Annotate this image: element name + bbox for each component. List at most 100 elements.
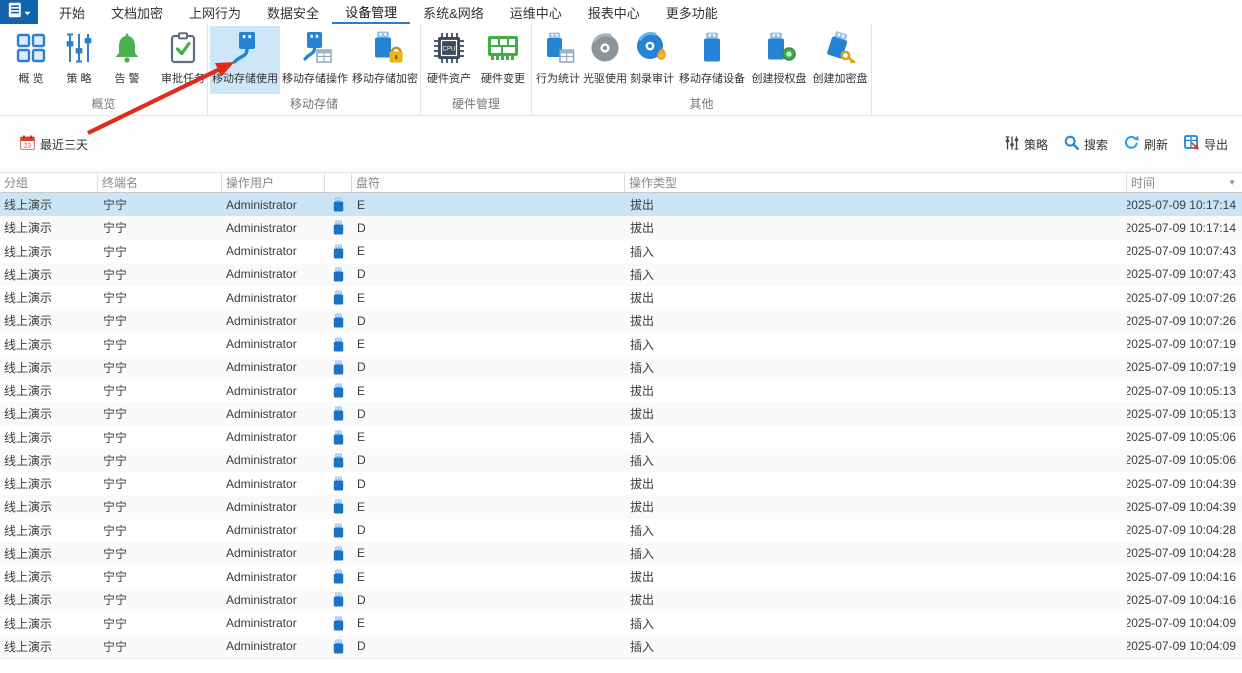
table-row[interactable]: 线上演示宁宁AdministratorD插入2025-07-09 10:05:0… bbox=[0, 449, 1242, 472]
cell-group: 线上演示 bbox=[0, 193, 98, 216]
table-row[interactable]: 线上演示宁宁AdministratorE插入2025-07-09 10:07:4… bbox=[0, 240, 1242, 263]
tab-system-network[interactable]: 系统&网络 bbox=[410, 0, 497, 24]
chevron-down-icon[interactable]: ▼ bbox=[1228, 178, 1236, 187]
table-row[interactable]: 线上演示宁宁AdministratorD插入2025-07-09 10:07:1… bbox=[0, 356, 1242, 379]
ribbon-button-removable-storage-operations[interactable]: 移动存储操作 bbox=[280, 26, 350, 94]
toolbar-actions: 策略 搜索 刷新 导出 bbox=[1005, 135, 1228, 153]
ribbon-button-policy[interactable]: 策 略 bbox=[58, 26, 100, 94]
ribbon-button-removable-storage-usage[interactable]: 移动存储使用 bbox=[210, 26, 280, 94]
tab-device-management[interactable]: 设备管理 bbox=[332, 0, 410, 24]
cell-terminal: 宁宁 bbox=[98, 472, 222, 495]
table-row[interactable]: 线上演示宁宁AdministratorE插入2025-07-09 10:07:1… bbox=[0, 333, 1242, 356]
ribbon-button-overview[interactable]: 概 览 bbox=[8, 26, 54, 94]
cell-action: 拔出 bbox=[625, 402, 1127, 425]
table-row[interactable]: 线上演示宁宁AdministratorD插入2025-07-09 10:07:4… bbox=[0, 263, 1242, 286]
table-row[interactable]: 线上演示宁宁AdministratorE拔出2025-07-09 10:17:1… bbox=[0, 193, 1242, 216]
table-row[interactable]: 线上演示宁宁AdministratorD拔出2025-07-09 10:04:1… bbox=[0, 588, 1242, 611]
tab-start[interactable]: 开始 bbox=[46, 0, 98, 24]
table-row[interactable]: 线上演示宁宁AdministratorE插入2025-07-09 10:04:0… bbox=[0, 612, 1242, 635]
usb-drive-icon bbox=[325, 612, 352, 635]
cell-drive: E bbox=[352, 565, 625, 588]
cell-action: 拔出 bbox=[625, 565, 1127, 588]
column-header-time-label: 时间 bbox=[1131, 174, 1155, 191]
ribbon-button-removable-storage-encryption[interactable]: 移动存储加密 bbox=[350, 26, 420, 94]
usb-drive-icon bbox=[325, 263, 352, 286]
tab-data-security[interactable]: 数据安全 bbox=[254, 0, 332, 24]
ribbon: 概 览 策 略 告 警 bbox=[0, 24, 1242, 116]
table-row[interactable]: 线上演示宁宁AdministratorD拔出2025-07-09 10:17:1… bbox=[0, 216, 1242, 239]
date-filter-button[interactable]: 23 最近三天 bbox=[20, 135, 88, 153]
cell-drive: D bbox=[352, 309, 625, 332]
cell-time: 2025-07-09 10:04:16 bbox=[1127, 565, 1242, 588]
search-button[interactable]: 搜索 bbox=[1064, 135, 1108, 153]
column-header-user[interactable]: 操作用户 bbox=[222, 173, 325, 192]
cell-drive: D bbox=[352, 635, 625, 658]
table-row[interactable]: 线上演示宁宁AdministratorD拔出2025-07-09 10:05:1… bbox=[0, 402, 1242, 425]
column-header-terminal[interactable]: 终端名 bbox=[98, 173, 222, 192]
tab-report-center[interactable]: 报表中心 bbox=[575, 0, 653, 24]
cell-user: Administrator bbox=[222, 519, 325, 542]
filter-toolbar: 23 最近三天 策略 搜索 刷新 bbox=[0, 116, 1242, 172]
table-row[interactable]: 线上演示宁宁AdministratorE插入2025-07-09 10:04:2… bbox=[0, 542, 1242, 565]
table-row[interactable]: 线上演示宁宁AdministratorE拔出2025-07-09 10:07:2… bbox=[0, 286, 1242, 309]
table-row[interactable]: 线上演示宁宁AdministratorE插入2025-07-09 10:05:0… bbox=[0, 426, 1242, 449]
ribbon-button-create-encrypted-disk[interactable]: 创建加密盘 bbox=[810, 26, 870, 94]
ribbon-button-hardware-changes[interactable]: 硬件变更 bbox=[476, 26, 530, 94]
search-label: 搜索 bbox=[1084, 136, 1108, 153]
cell-group: 线上演示 bbox=[0, 472, 98, 495]
cell-group: 线上演示 bbox=[0, 286, 98, 309]
cell-user: Administrator bbox=[222, 426, 325, 449]
usb-award-icon bbox=[762, 28, 796, 68]
usb-drive-icon bbox=[325, 356, 352, 379]
table-row[interactable]: 线上演示宁宁AdministratorD拔出2025-07-09 10:04:3… bbox=[0, 472, 1242, 495]
policy-button[interactable]: 策略 bbox=[1005, 136, 1048, 153]
ribbon-button-behavior-statistics[interactable]: 行为统计 bbox=[534, 26, 582, 94]
ribbon-button-removable-storage-devices[interactable]: 移动存储设备 bbox=[676, 26, 748, 94]
refresh-button[interactable]: 刷新 bbox=[1124, 135, 1168, 153]
cell-user: Administrator bbox=[222, 379, 325, 402]
tab-ops-center[interactable]: 运维中心 bbox=[497, 0, 575, 24]
tab-more-features[interactable]: 更多功能 bbox=[653, 0, 731, 24]
column-header-group[interactable]: 分组 bbox=[0, 173, 98, 192]
table-row[interactable]: 线上演示宁宁AdministratorE拔出2025-07-09 10:05:1… bbox=[0, 379, 1242, 402]
column-header-icon[interactable] bbox=[325, 173, 352, 192]
cell-time: 2025-07-09 10:17:14 bbox=[1127, 216, 1242, 239]
cell-time: 2025-07-09 10:07:19 bbox=[1127, 333, 1242, 356]
usb-lock-icon bbox=[367, 28, 403, 68]
ribbon-button-approval-tasks[interactable]: 审批任务 bbox=[154, 26, 212, 94]
tab-doc-encryption[interactable]: 文档加密 bbox=[98, 0, 176, 24]
policy-label: 策略 bbox=[1024, 136, 1048, 153]
usb-stats-icon bbox=[541, 28, 575, 68]
ribbon-button-alerts[interactable]: 告 警 bbox=[104, 26, 150, 94]
ribbon-button-hardware-assets[interactable]: CPU 硬件资产 bbox=[422, 26, 476, 94]
cell-drive: E bbox=[352, 426, 625, 449]
table-row[interactable]: 线上演示宁宁AdministratorD拔出2025-07-09 10:07:2… bbox=[0, 309, 1242, 332]
ribbon-button-optical-drive-usage[interactable]: 光驱使用 bbox=[582, 26, 628, 94]
app-menu-button[interactable] bbox=[0, 0, 38, 24]
calendar-icon: 23 bbox=[20, 135, 35, 153]
table-row[interactable]: 线上演示宁宁AdministratorD插入2025-07-09 10:04:0… bbox=[0, 635, 1242, 658]
cell-drive: D bbox=[352, 356, 625, 379]
table-row[interactable]: 线上演示宁宁AdministratorE拔出2025-07-09 10:04:3… bbox=[0, 495, 1242, 518]
tab-web-behavior[interactable]: 上网行为 bbox=[176, 0, 254, 24]
cell-action: 拔出 bbox=[625, 495, 1127, 518]
filter-sliders-icon bbox=[1005, 136, 1019, 153]
cell-terminal: 宁宁 bbox=[98, 565, 222, 588]
table-header: 分组 终端名 操作用户 盘符 操作类型 时间 ▼ bbox=[0, 172, 1242, 193]
column-header-time[interactable]: 时间 ▼ bbox=[1127, 173, 1242, 192]
cell-user: Administrator bbox=[222, 449, 325, 472]
cell-drive: E bbox=[352, 612, 625, 635]
ribbon-button-create-authorized-disk[interactable]: 创建授权盘 bbox=[748, 26, 810, 94]
column-header-drive[interactable]: 盘符 bbox=[352, 173, 625, 192]
cell-group: 线上演示 bbox=[0, 612, 98, 635]
cell-terminal: 宁宁 bbox=[98, 193, 222, 216]
table-row[interactable]: 线上演示宁宁AdministratorE拔出2025-07-09 10:04:1… bbox=[0, 565, 1242, 588]
cell-group: 线上演示 bbox=[0, 565, 98, 588]
table-row[interactable]: 线上演示宁宁AdministratorD插入2025-07-09 10:04:2… bbox=[0, 519, 1242, 542]
ribbon-button-burn-audit[interactable]: 刻录审计 bbox=[628, 26, 676, 94]
refresh-label: 刷新 bbox=[1144, 136, 1168, 153]
export-button[interactable]: 导出 bbox=[1184, 135, 1228, 153]
cell-drive: D bbox=[352, 263, 625, 286]
column-header-action[interactable]: 操作类型 bbox=[625, 173, 1127, 192]
cell-time: 2025-07-09 10:05:13 bbox=[1127, 379, 1242, 402]
